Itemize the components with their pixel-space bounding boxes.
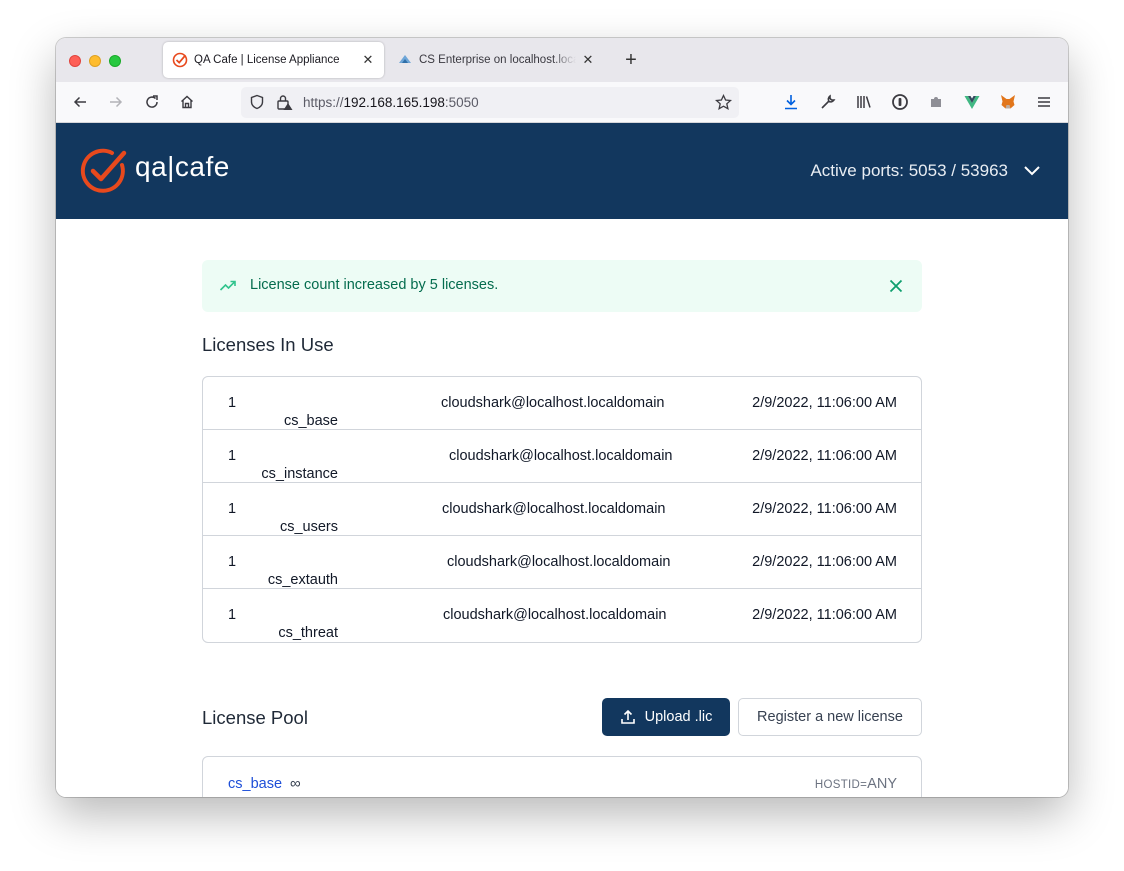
logo-wordmark: qa|cafe [135, 151, 230, 182]
qa-cafe-logo-icon[interactable] [80, 147, 128, 195]
license-name: cs_threat [278, 625, 338, 641]
register-license-button[interactable]: Register a new license [738, 698, 922, 736]
tab-qa-cafe[interactable]: QA Cafe | License Appliance ✕ [163, 42, 384, 78]
pool-license-name-link[interactable]: cs_base [228, 776, 282, 792]
upload-lic-label: Upload .lic [644, 709, 713, 725]
wrench-icon[interactable] [818, 92, 838, 112]
url-port: :5050 [444, 95, 479, 110]
register-license-label: Register a new license [757, 709, 903, 725]
license-date: 2/9/2022, 11:06:00 AM [752, 395, 897, 411]
reload-icon[interactable] [142, 92, 162, 112]
license-count: 1 [228, 554, 237, 570]
license-name: cs_base [283, 413, 339, 429]
page-content: qa|cafe Active ports: 5053 / 53963 Licen… [56, 123, 1068, 797]
license-date: 2/9/2022, 11:06:00 AM [752, 607, 897, 623]
license-date: 2/9/2022, 11:06:00 AM [752, 501, 897, 517]
active-ports-label[interactable]: Active ports: 5053 / 53963 [810, 161, 1008, 181]
app-menu-icon[interactable] [1034, 92, 1054, 112]
minimize-window-button[interactable] [89, 55, 101, 67]
chevron-down-icon[interactable] [1023, 163, 1041, 177]
url-text: https://192.168.165.198:5050 [303, 95, 479, 110]
url-host: 192.168.165.198 [343, 95, 445, 110]
pool-hostid: HOSTID=ANY [815, 776, 897, 792]
close-window-button[interactable] [69, 55, 81, 67]
url-scheme: https:// [303, 95, 344, 110]
forward-icon[interactable] [106, 92, 126, 112]
browser-window: QA Cafe | License Appliance ✕ CS Enterpr… [56, 38, 1068, 797]
license-user: cloudshark@localhost.localdomain [449, 448, 673, 464]
table-row: 1 cs_users cloudshark@localhost.localdom… [203, 483, 921, 536]
tab-strip: QA Cafe | License Appliance ✕ CS Enterpr… [56, 38, 1068, 82]
pool-license-quantity: ∞ [290, 775, 301, 792]
close-tab-icon[interactable]: ✕ [360, 52, 376, 68]
tab-cs-enterprise[interactable]: CS Enterprise on localhost.localdomain ✕ [388, 42, 604, 78]
shield-icon[interactable] [249, 94, 265, 110]
navigation-toolbar: https://192.168.165.198:5050 [56, 82, 1068, 123]
license-name: cs_users [279, 519, 338, 535]
tab-title: CS Enterprise on localhost.localdomain [419, 54, 576, 66]
license-pool-item: cs_base ∞ HOSTID=ANY [202, 756, 922, 797]
library-icon[interactable] [854, 92, 874, 112]
alert-message: License count increased by 5 licenses. [250, 277, 499, 293]
license-count: 1 [228, 448, 237, 464]
table-row: 1 cs_threat cloudshark@localhost.localdo… [203, 589, 921, 642]
metamask-fox-icon[interactable] [998, 92, 1018, 112]
license-name: cs_instance [261, 466, 339, 482]
license-date: 2/9/2022, 11:06:00 AM [752, 554, 897, 570]
license-user: cloudshark@localhost.localdomain [447, 554, 671, 570]
table-row: 1 cs_extauth cloudshark@localhost.locald… [203, 536, 921, 589]
vue-devtools-icon[interactable] [962, 92, 982, 112]
licenses-in-use-heading: Licenses In Use [202, 334, 334, 355]
back-icon[interactable] [70, 92, 90, 112]
bookmark-star-icon[interactable] [715, 94, 732, 111]
url-bar[interactable]: https://192.168.165.198:5050 [241, 87, 739, 118]
license-count: 1 [228, 501, 237, 517]
downloads-icon[interactable] [781, 92, 801, 112]
table-row: 1 cs_base cloudshark@localhost.localdoma… [203, 377, 921, 430]
licenses-in-use-table: 1 cs_base cloudshark@localhost.localdoma… [202, 376, 922, 643]
app-header: qa|cafe Active ports: 5053 / 53963 [56, 123, 1068, 219]
new-tab-icon[interactable]: + [622, 49, 640, 71]
license-name: cs_extauth [267, 572, 339, 588]
license-count: 1 [228, 607, 237, 623]
password-manager-icon[interactable] [890, 92, 910, 112]
license-date: 2/9/2022, 11:06:00 AM [752, 448, 897, 464]
license-user: cloudshark@localhost.localdomain [443, 607, 667, 623]
zoom-window-button[interactable] [109, 55, 121, 67]
trending-up-icon [219, 280, 236, 291]
success-alert: License count increased by 5 licenses. [202, 260, 922, 312]
table-row: 1 cs_instance cloudshark@localhost.local… [203, 430, 921, 483]
hostid-value: ANY [867, 776, 897, 792]
insecure-lock-icon[interactable] [276, 94, 294, 111]
dismiss-alert-icon[interactable] [887, 277, 905, 295]
license-count: 1 [228, 395, 237, 411]
qa-cafe-favicon-icon [172, 52, 188, 68]
license-pool-heading: License Pool [202, 707, 308, 728]
license-user: cloudshark@localhost.localdomain [441, 395, 665, 411]
upload-lic-button[interactable]: Upload .lic [602, 698, 730, 736]
close-tab-icon[interactable]: ✕ [580, 52, 596, 68]
hostid-label: HOSTID= [814, 779, 868, 791]
home-icon[interactable] [177, 92, 197, 112]
cloudshark-favicon-icon [399, 55, 411, 63]
license-user: cloudshark@localhost.localdomain [442, 501, 666, 517]
extension-puzzle-icon[interactable] [926, 92, 946, 112]
tab-title: QA Cafe | License Appliance [194, 54, 340, 66]
upload-icon [620, 709, 635, 724]
